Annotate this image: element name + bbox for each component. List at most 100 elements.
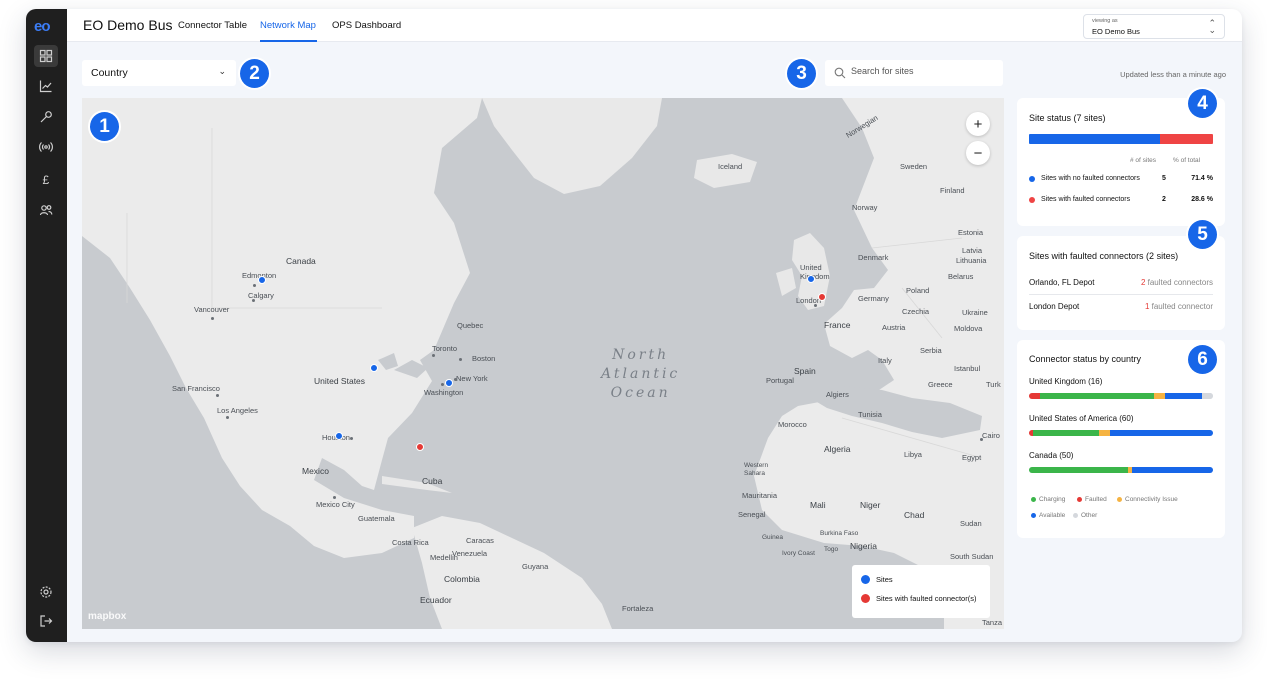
dashboard-icon[interactable] — [34, 45, 58, 67]
mapbox-logo[interactable]: mapbox — [88, 611, 126, 622]
status-row-count: 2 — [1162, 196, 1166, 203]
map-label: Fortaleza — [622, 604, 654, 613]
legend-dot-blue — [861, 575, 870, 584]
status-bar-segment — [1029, 393, 1041, 399]
faulted-site-row[interactable]: Orlando, FL Depot 2 faulted connectors — [1029, 278, 1213, 287]
wrench-icon[interactable] — [34, 106, 58, 128]
legend-faulted: Faulted — [1077, 496, 1107, 503]
tab-connector-table[interactable]: Connector Table — [178, 20, 247, 31]
network-map[interactable]: 1 North Atlantic Ocean Canada Edmonton C… — [82, 98, 1004, 629]
site-marker[interactable] — [335, 432, 343, 440]
search-box[interactable] — [825, 60, 1003, 86]
faulted-sites-card: Sites with faulted connectors (2 sites) … — [1017, 236, 1225, 330]
site-marker[interactable] — [807, 275, 815, 283]
zoom-in-button[interactable]: + — [966, 112, 990, 136]
settings-icon[interactable] — [34, 581, 58, 603]
faulted-site-count: 1 faulted connector — [1145, 302, 1213, 311]
legend-dot-green — [1031, 497, 1036, 502]
map-label: Sudan — [960, 519, 982, 528]
map-label: Tunisia — [858, 410, 882, 419]
map-label: Quebec — [457, 321, 484, 330]
eo-logo: eo — [34, 18, 50, 35]
map-label: Estonia — [958, 228, 984, 237]
map-label: Poland — [906, 286, 930, 295]
site-marker[interactable] — [445, 379, 453, 387]
map-label: Germany — [858, 294, 889, 303]
map-label: Algeria — [824, 444, 851, 454]
site-marker-faulted[interactable] — [416, 443, 424, 451]
pound-icon[interactable]: £ — [34, 168, 58, 190]
active-tab-underline — [260, 40, 317, 42]
chart-icon[interactable] — [34, 75, 58, 97]
legend-connectivity: Connectivity Issue — [1117, 496, 1178, 503]
map-label: Czechia — [902, 307, 930, 316]
tab-ops-dashboard[interactable]: OPS Dashboard — [332, 20, 401, 31]
tab-network-map[interactable]: Network Map — [260, 20, 316, 31]
country-select[interactable]: Country ⌄ — [82, 60, 236, 86]
map-legend: Sites Sites with faulted connector(s) — [852, 565, 990, 618]
map-label: Belarus — [948, 272, 974, 281]
search-icon — [834, 67, 846, 79]
site-status-card: Site status (7 sites) # of sites % of to… — [1017, 98, 1225, 226]
legend-label: Sites with faulted connector(s) — [876, 594, 977, 603]
zoom-out-button[interactable]: − — [966, 141, 990, 165]
map-label: Sweden — [900, 162, 928, 171]
site-marker[interactable] — [370, 364, 378, 372]
map-label: United Kingdom — [800, 263, 830, 281]
map-label: Senegal — [738, 510, 766, 519]
divider — [1029, 294, 1213, 295]
map-label: Serbia — [920, 346, 942, 355]
country-name: United States of America (60) — [1029, 414, 1134, 423]
map-label: Ecuador — [420, 595, 452, 605]
legend-label: Other — [1081, 512, 1098, 519]
map-label: Canada — [286, 256, 316, 266]
legend-label: Available — [1039, 512, 1066, 519]
map-label: Ivory Coast — [782, 550, 815, 557]
status-dot-blue — [1029, 176, 1035, 182]
city-dot — [252, 299, 255, 302]
search-input[interactable] — [851, 66, 996, 76]
city-dot — [980, 438, 983, 441]
map-label: Niger — [860, 500, 881, 510]
map-label: Istanbul — [954, 364, 981, 373]
legend-other: Other — [1073, 512, 1097, 519]
map-label: Spain — [794, 366, 816, 376]
signal-icon[interactable] — [34, 136, 58, 158]
status-dot-red — [1029, 197, 1035, 203]
users-icon[interactable] — [34, 199, 58, 221]
map-label: Norway — [852, 203, 878, 212]
legend-dot-red — [861, 594, 870, 603]
callout-badge-4: 4 — [1188, 89, 1217, 118]
callout-badge-5: 5 — [1188, 220, 1217, 249]
connector-status-title: Connector status by country — [1029, 354, 1142, 364]
viewing-as-label: viewing as — [1092, 18, 1118, 24]
status-row-pct: 28.6 % — [1191, 196, 1213, 203]
country-status-bar — [1029, 393, 1213, 399]
status-bar-segment — [1029, 467, 1129, 473]
city-dot — [216, 394, 219, 397]
city-dot — [350, 437, 353, 440]
status-bar-segment — [1165, 393, 1202, 399]
faulted-count-suffix: faulted connector — [1149, 302, 1213, 311]
map-label: Cuba — [422, 476, 443, 486]
map-label: Latvia — [962, 246, 983, 255]
map-label: Algiers — [826, 390, 849, 399]
map-label: Cairo — [982, 431, 1000, 440]
viewing-as-select[interactable]: viewing as EO Demo Bus ⌃ ⌄ — [1083, 14, 1225, 39]
map-label: Libya — [904, 450, 922, 459]
faulted-site-row[interactable]: London Depot 1 faulted connector — [1029, 302, 1213, 311]
ocean-label-line-2: Atlantic — [601, 366, 681, 382]
faulted-site-count: 2 faulted connectors — [1141, 278, 1213, 287]
site-marker[interactable] — [258, 276, 266, 284]
updated-timestamp: Updated less than a minute ago — [1120, 70, 1226, 79]
site-marker-faulted[interactable] — [818, 293, 826, 301]
map-label: Venezuela — [452, 549, 488, 558]
map-label: Austria — [882, 323, 906, 332]
legend-row-faulted: Sites with faulted connector(s) — [861, 594, 976, 603]
logout-icon[interactable] — [34, 610, 58, 632]
ocean-label-line-1: North — [612, 347, 670, 363]
map-label: Turk — [986, 380, 1001, 389]
callout-badge-6: 6 — [1188, 345, 1217, 374]
country-name: United Kingdom (16) — [1029, 377, 1103, 386]
faulted-count-suffix: faulted connectors — [1145, 278, 1213, 287]
